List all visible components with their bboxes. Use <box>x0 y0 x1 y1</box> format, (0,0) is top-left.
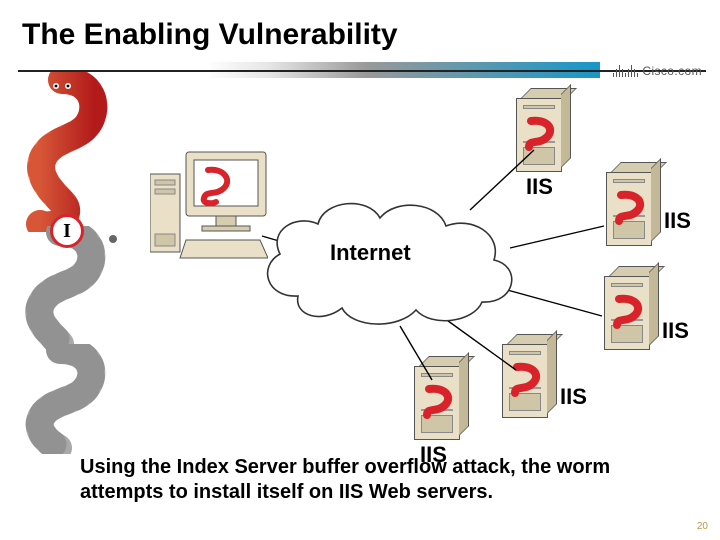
cisco-bars-icon <box>613 65 639 77</box>
page-number: 20 <box>697 521 708 532</box>
cloud-label: Internet <box>330 240 411 266</box>
diagram-stage: I Internet <box>0 86 720 436</box>
brand-text: Cisco.com <box>642 64 702 78</box>
slide-title: The Enabling Vulnerability <box>0 0 720 58</box>
badge-dot <box>109 235 117 243</box>
brand-logo: Cisco.com <box>613 64 702 78</box>
slide-caption: Using the Index Server buffer overflow a… <box>80 455 680 506</box>
badge-circle: I <box>50 214 84 248</box>
badge-letter: I <box>63 220 71 243</box>
